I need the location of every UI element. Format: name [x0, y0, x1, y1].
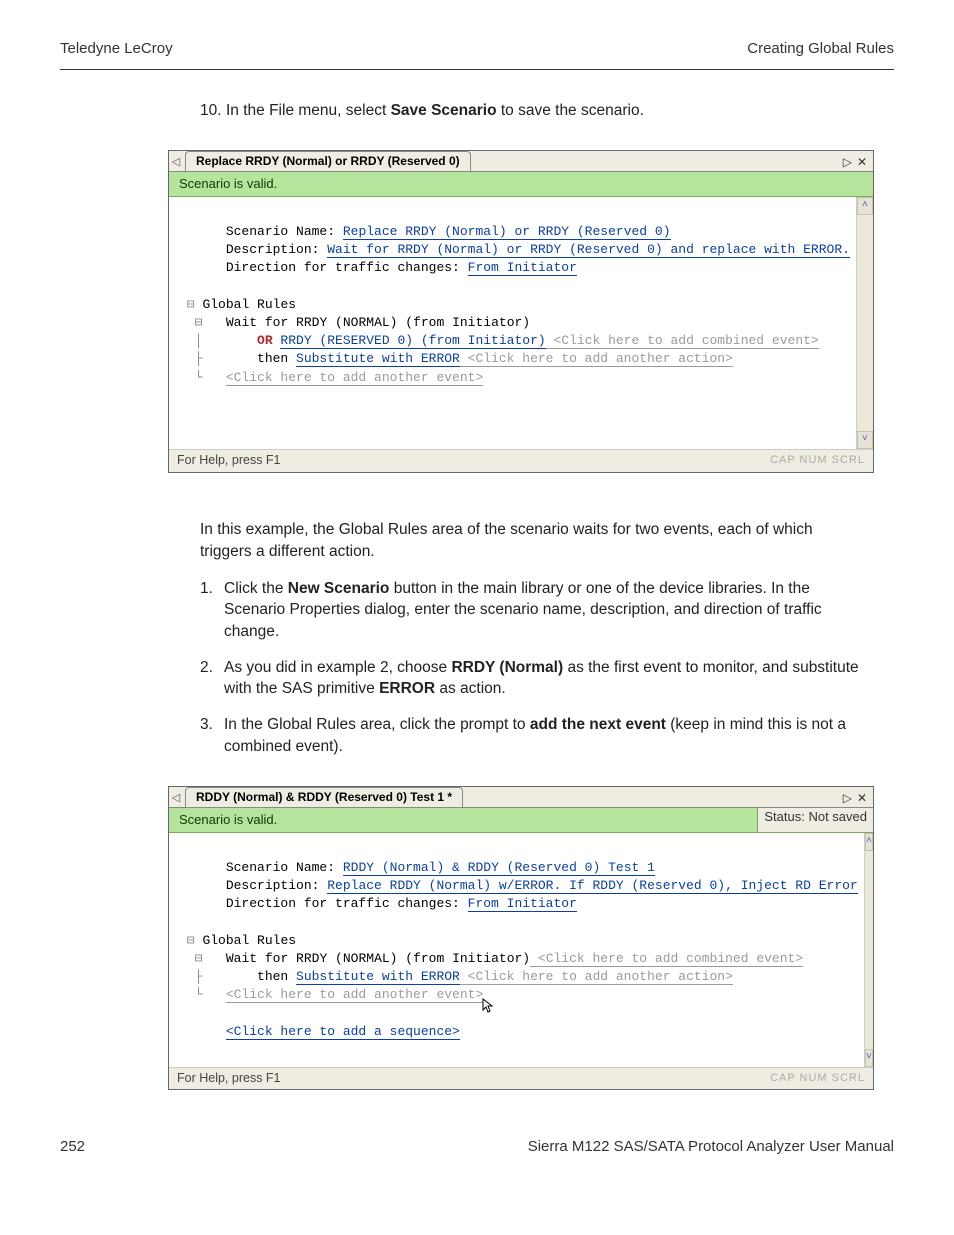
- or-event-link[interactable]: RRDY (RESERVED 0) (from Initiator): [280, 333, 545, 349]
- step-text: In the File menu, select Save Scenario t…: [226, 100, 864, 122]
- close-icon[interactable]: ✕: [857, 790, 867, 807]
- scroll-down-icon[interactable]: ˅: [865, 1049, 873, 1067]
- bottom-bar: For Help, press F1 CAP NUM SCRL: [169, 449, 873, 472]
- cap-num-scrl: CAP NUM SCRL: [770, 453, 865, 468]
- tab-bar: ◁ Replace RRDY (Normal) or RRDY (Reserve…: [169, 151, 873, 172]
- scroll-track[interactable]: [865, 851, 873, 1049]
- step-bold: Save Scenario: [391, 102, 497, 119]
- status-right: Status: Not saved: [757, 808, 873, 832]
- screenshot-1: ◁ Replace RRDY (Normal) or RRDY (Reserve…: [168, 150, 874, 473]
- t: as action.: [435, 680, 506, 697]
- wait-event[interactable]: Wait for RRDY (NORMAL) (from Initiator): [226, 315, 530, 330]
- mid-paragraph: In this example, the Global Rules area o…: [200, 519, 864, 562]
- step-suffix: to save the scenario.: [497, 102, 644, 119]
- label-description: Description:: [226, 242, 327, 257]
- footer-title: Sierra M122 SAS/SATA Protocol Analyzer U…: [528, 1136, 894, 1157]
- t: Click the: [224, 580, 288, 597]
- add-combined-event-hint[interactable]: <Click here to add combined event>: [546, 333, 819, 349]
- global-rules-label: Global Rules: [202, 933, 296, 948]
- cap-num-scrl: CAP NUM SCRL: [770, 1071, 865, 1086]
- page-number: 252: [60, 1136, 85, 1157]
- label-scenario-name: Scenario Name:: [226, 860, 343, 875]
- direction-link[interactable]: From Initiator: [468, 260, 577, 276]
- b: New Scenario: [288, 580, 390, 597]
- add-combined-event-hint[interactable]: <Click here to add combined event>: [530, 951, 803, 967]
- description-link[interactable]: Wait for RRDY (Normal) or RRDY (Reserved…: [327, 242, 850, 258]
- or-keyword: OR: [257, 333, 280, 348]
- direction-link[interactable]: From Initiator: [468, 896, 577, 912]
- close-icon[interactable]: ✕: [857, 154, 867, 171]
- status-bar: Scenario is valid. Status: Not saved: [169, 808, 873, 833]
- editor: Scenario Name: Replace RRDY (Normal) or …: [169, 197, 873, 449]
- label-direction: Direction for traffic changes:: [226, 896, 468, 911]
- step-number: 2.: [200, 657, 224, 700]
- add-event-hint[interactable]: <Click here to add another event>: [226, 370, 483, 386]
- help-text: For Help, press F1: [177, 1070, 281, 1088]
- b: add the next event: [530, 716, 666, 733]
- help-text: For Help, press F1: [177, 452, 281, 470]
- scenario-name-link[interactable]: RDDY (Normal) & RDDY (Reserved 0) Test 1: [343, 860, 655, 876]
- scroll-down-icon[interactable]: ˅: [857, 431, 873, 449]
- add-sequence-link[interactable]: <Click here to add a sequence>: [226, 1024, 460, 1040]
- b: ERROR: [379, 680, 435, 697]
- scenario-name-link[interactable]: Replace RRDY (Normal) or RRDY (Reserved …: [343, 224, 671, 240]
- then-keyword: then: [257, 351, 296, 366]
- status-text: Scenario is valid.: [179, 175, 277, 193]
- status-bar: Scenario is valid.: [169, 172, 873, 197]
- scroll-up-icon[interactable]: ˄: [865, 833, 873, 851]
- editor-body[interactable]: Scenario Name: Replace RRDY (Normal) or …: [169, 197, 856, 449]
- tab-next-icon[interactable]: ▷: [843, 790, 852, 807]
- step-2: 2. As you did in example 2, choose RRDY …: [200, 657, 864, 700]
- add-action-hint[interactable]: <Click here to add another action>: [460, 351, 733, 367]
- step-number: 3.: [200, 714, 224, 757]
- label-description: Description:: [226, 878, 327, 893]
- b: RRDY (Normal): [451, 659, 563, 676]
- step-number: 1.: [200, 578, 224, 643]
- global-rules-label: Global Rules: [202, 297, 296, 312]
- header-left: Teledyne LeCroy: [60, 38, 173, 59]
- editor: Scenario Name: RDDY (Normal) & RDDY (Res…: [169, 833, 873, 1067]
- then-action-link[interactable]: Substitute with ERROR: [296, 351, 460, 367]
- label-direction: Direction for traffic changes:: [226, 260, 468, 275]
- tab-scenario[interactable]: Replace RRDY (Normal) or RRDY (Reserved …: [185, 151, 471, 171]
- scroll-up-icon[interactable]: ˄: [857, 197, 873, 215]
- t: As you did in example 2, choose: [224, 659, 451, 676]
- step-prefix: In the File menu, select: [226, 102, 391, 119]
- step-text: In the Global Rules area, click the prom…: [224, 714, 864, 757]
- t: In the Global Rules area, click the prom…: [224, 716, 530, 733]
- tab-prev-icon[interactable]: ◁: [169, 791, 183, 806]
- header-right: Creating Global Rules: [747, 38, 894, 59]
- editor-body[interactable]: Scenario Name: RDDY (Normal) & RDDY (Res…: [169, 833, 864, 1067]
- add-action-hint[interactable]: <Click here to add another action>: [460, 969, 733, 985]
- bottom-bar: For Help, press F1 CAP NUM SCRL: [169, 1067, 873, 1090]
- step-10: 10. In the File menu, select Save Scenar…: [200, 100, 864, 122]
- screenshot-2: ◁ RDDY (Normal) & RDDY (Reserved 0) Test…: [168, 786, 874, 1091]
- scrollbar[interactable]: ˄ ˅: [864, 833, 873, 1067]
- label-scenario-name: Scenario Name:: [226, 224, 343, 239]
- step-text: As you did in example 2, choose RRDY (No…: [224, 657, 864, 700]
- step-3: 3. In the Global Rules area, click the p…: [200, 714, 864, 757]
- header-rule: [60, 69, 894, 70]
- then-keyword: then: [257, 969, 296, 984]
- wait-event[interactable]: Wait for RRDY (NORMAL) (from Initiator): [226, 951, 530, 966]
- tab-next-icon[interactable]: ▷: [843, 154, 852, 171]
- description-link[interactable]: Replace RDDY (Normal) w/ERROR. If RDDY (…: [327, 878, 858, 894]
- step-number: 10.: [200, 100, 226, 122]
- scroll-track[interactable]: [857, 215, 873, 431]
- step-1: 1. Click the New Scenario button in the …: [200, 578, 864, 643]
- tab-scenario[interactable]: RDDY (Normal) & RDDY (Reserved 0) Test 1…: [185, 787, 463, 807]
- step-text: Click the New Scenario button in the mai…: [224, 578, 864, 643]
- tab-bar: ◁ RDDY (Normal) & RDDY (Reserved 0) Test…: [169, 787, 873, 808]
- scrollbar[interactable]: ˄ ˅: [856, 197, 873, 449]
- tab-prev-icon[interactable]: ◁: [169, 155, 183, 170]
- add-event-hint[interactable]: <Click here to add another event>: [226, 987, 483, 1003]
- status-text: Scenario is valid.: [179, 811, 277, 829]
- then-action-link[interactable]: Substitute with ERROR: [296, 969, 460, 985]
